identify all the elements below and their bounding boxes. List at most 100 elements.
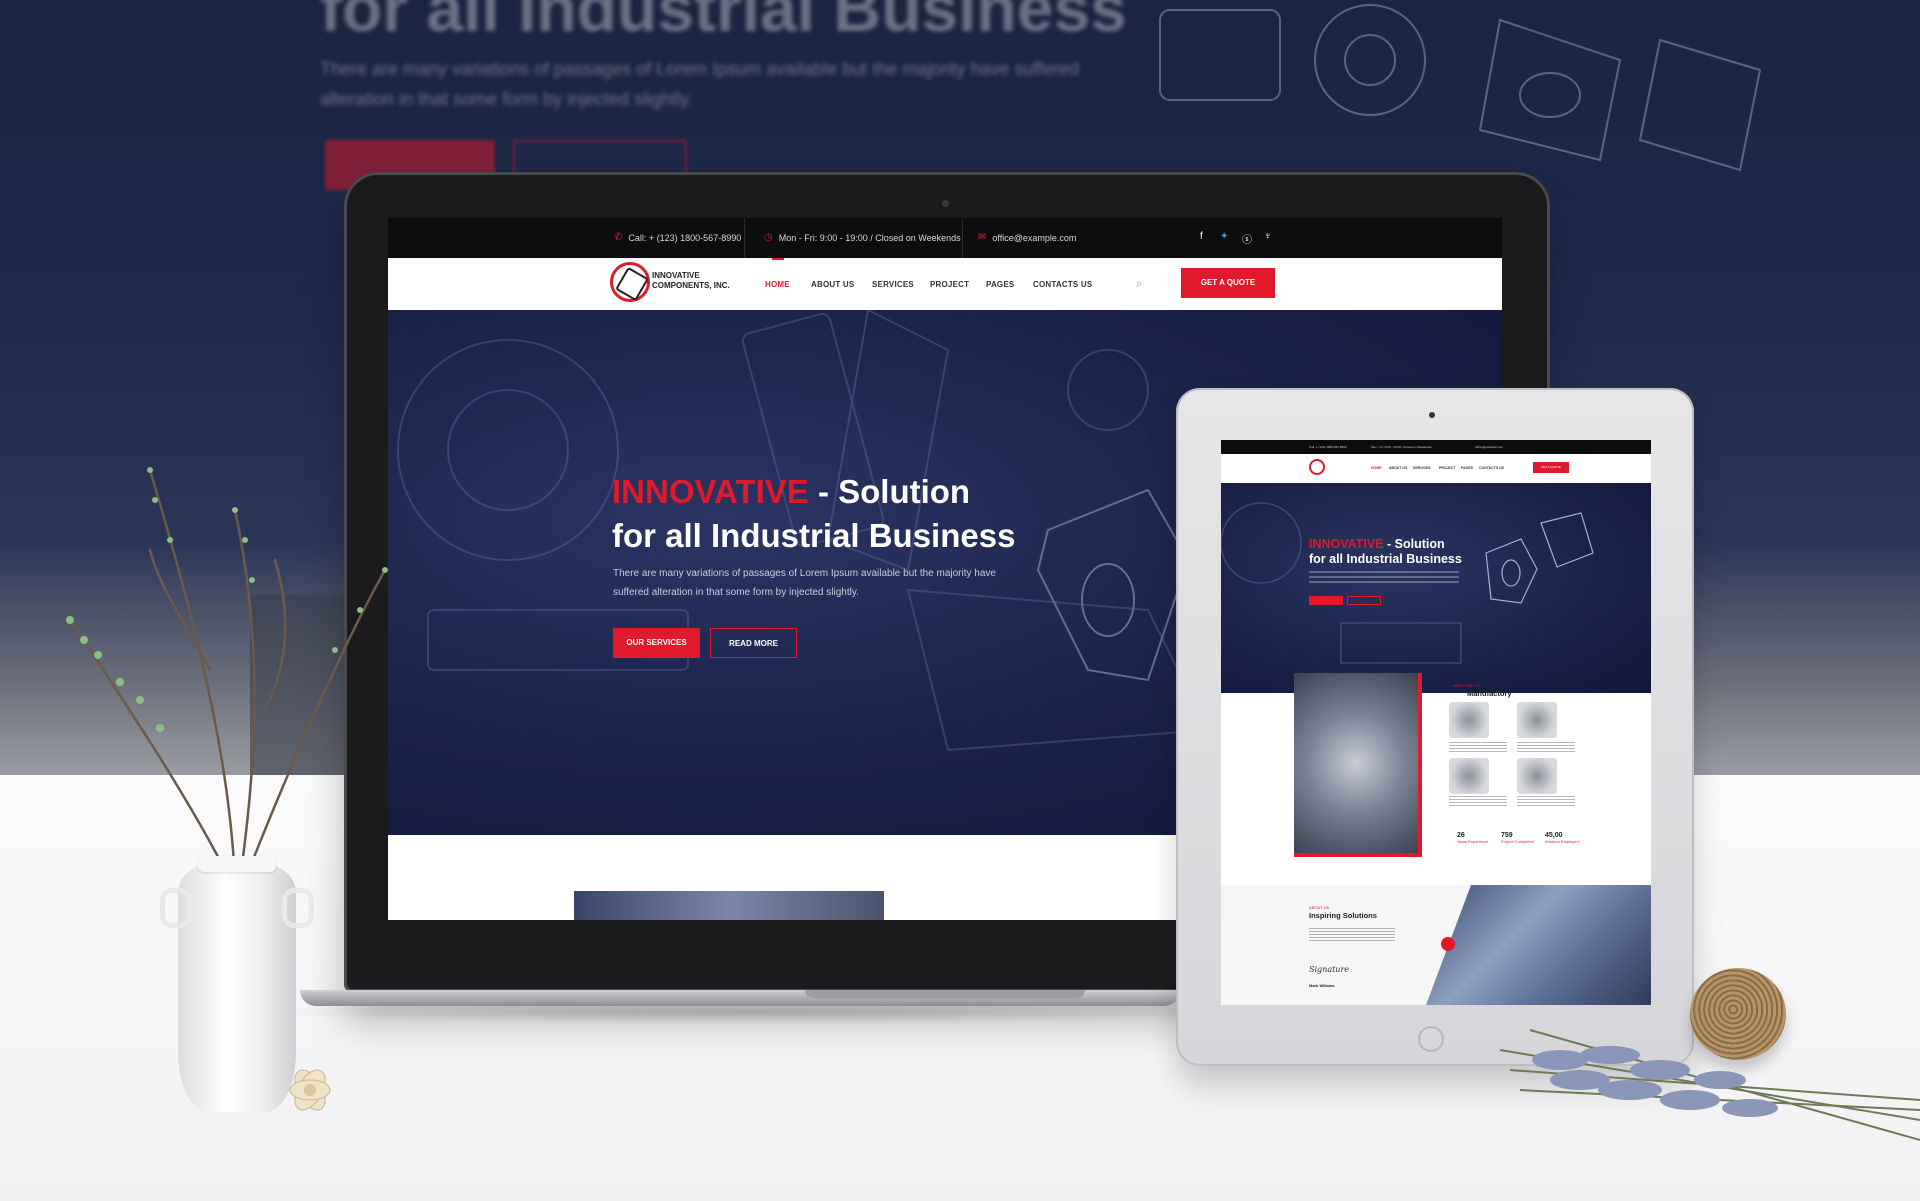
play-icon[interactable] bbox=[1441, 937, 1455, 951]
tablet-read-more-button[interactable] bbox=[1347, 596, 1381, 605]
tool-thumb bbox=[1449, 702, 1489, 738]
dried-flower bbox=[289, 1069, 331, 1111]
nav-about-us[interactable]: ABOUT US bbox=[811, 280, 854, 289]
tablet-services-button[interactable] bbox=[1309, 596, 1343, 605]
tablet-screen: Call: + (123) 1800-567-8990 Mon - Fri: 9… bbox=[1221, 440, 1651, 1005]
tool-thumb bbox=[1517, 758, 1557, 794]
skype-icon[interactable]: ⓢ bbox=[1242, 231, 1252, 246]
tablet-quote-button[interactable]: GET A QUOTE bbox=[1533, 462, 1569, 473]
twitter-icon[interactable]: ✦ bbox=[1220, 231, 1228, 242]
tablet-hero-rest: - Solution bbox=[1383, 537, 1445, 551]
nav-pages[interactable]: PAGES bbox=[986, 280, 1014, 289]
home-button bbox=[1418, 1026, 1444, 1052]
laptop-notch bbox=[805, 990, 1085, 998]
tablet-hours: Mon - Fri: 9:00 - 19:00 / Closed on Week… bbox=[1371, 445, 1432, 449]
hours-text: Mon - Fri: 9:00 - 19:00 / Closed on Week… bbox=[778, 232, 961, 243]
tablet-inspiring-title: Inspiring Solutions bbox=[1309, 911, 1377, 920]
mail-icon: ✉ bbox=[978, 232, 987, 243]
tablet-nav-about[interactable]: ABOUT US bbox=[1389, 466, 1407, 470]
divider bbox=[744, 218, 745, 258]
nav-services[interactable]: SERVICES bbox=[872, 280, 914, 289]
tablet-nav-pages[interactable]: PAGES bbox=[1461, 466, 1473, 470]
tablet-ceo-name: Mark Willams bbox=[1309, 983, 1335, 988]
phone-icon: ✆ bbox=[614, 232, 623, 243]
get-quote-button[interactable]: GET A QUOTE bbox=[1181, 268, 1275, 298]
tablet-nav-home[interactable]: HOME bbox=[1371, 466, 1382, 470]
tablet-gears-image bbox=[1294, 673, 1422, 857]
text-lines bbox=[1517, 796, 1575, 806]
nav-project[interactable]: PROJECT bbox=[930, 280, 969, 289]
hero-title-line2: for all Industrial Business bbox=[612, 517, 1016, 554]
main-navbar: INNOVATIVE COMPONENTS, INC. HOME ABOUT U… bbox=[388, 258, 1502, 310]
tablet-hero-image bbox=[1221, 502, 1594, 664]
background-hero-desc: There are many variations of passages of… bbox=[320, 59, 1080, 109]
nav-home[interactable]: HOME bbox=[765, 280, 790, 289]
hero-title-accent: INNOVATIVE bbox=[612, 473, 809, 510]
tablet-manufactory-title: Manufactory bbox=[1467, 689, 1512, 698]
vase-handle bbox=[282, 888, 314, 928]
logo-text[interactable]: INNOVATIVE COMPONENTS, INC. bbox=[652, 271, 762, 291]
stat-projects: 759 Project Completed bbox=[1501, 832, 1534, 844]
tablet-nav-services[interactable]: SERVICES bbox=[1413, 466, 1431, 470]
logo-icon bbox=[1309, 459, 1325, 475]
signature-image: Signature bbox=[1309, 965, 1350, 974]
text-lines bbox=[1449, 742, 1507, 752]
logo-icon[interactable] bbox=[610, 262, 650, 302]
stat-years: 26 Years Experience bbox=[1457, 832, 1488, 844]
tablet-hero-accent: INNOVATIVE bbox=[1309, 537, 1384, 551]
lavender-bundle bbox=[1499, 1029, 1920, 1141]
search-icon[interactable]: ⌕ bbox=[1136, 278, 1142, 291]
background-hero-title: for all Industrial Business bbox=[320, 0, 1127, 45]
stat-label: Workers Employed bbox=[1545, 839, 1579, 844]
tablet-hero-line2: for all Industrial Business bbox=[1309, 552, 1462, 566]
tablet-top-bar: Call: + (123) 1800-567-8990 Mon - Fri: 9… bbox=[1221, 440, 1651, 454]
hours-info: ◷ Mon - Fri: 9:00 - 19:00 / Closed on We… bbox=[764, 232, 961, 243]
logo-line2: COMPONENTS, INC. bbox=[652, 281, 730, 290]
call-info: ✆ Call: + (123) 1800-567-8990 bbox=[614, 232, 741, 243]
top-info-bar: ✆ Call: + (123) 1800-567-8990 ◷ Mon - Fr… bbox=[388, 218, 1502, 258]
email-info: ✉ office@example.com bbox=[978, 232, 1076, 243]
tablet-about-kicker: ABOUT US bbox=[1309, 905, 1330, 910]
text-lines bbox=[1517, 742, 1575, 752]
tablet-call: Call: + (123) 1800-567-8990 bbox=[1309, 445, 1347, 449]
stat-label: Project Completed bbox=[1501, 839, 1534, 844]
logo-line1: INNOVATIVE bbox=[652, 271, 700, 280]
tablet-welcome-kicker: WELCOME TO bbox=[1453, 683, 1481, 688]
tablet-about-text bbox=[1309, 928, 1395, 942]
hero-description: There are many variations of passages of… bbox=[613, 568, 996, 598]
stat-value: 759 bbox=[1501, 832, 1513, 839]
tablet-nav-project[interactable]: PROJECT bbox=[1439, 466, 1456, 470]
nav-contacts-us[interactable]: CONTACTS US bbox=[1033, 280, 1092, 289]
vine-icon[interactable]: ♆ bbox=[1264, 231, 1272, 242]
divider bbox=[962, 218, 963, 258]
text-lines bbox=[1449, 796, 1507, 806]
laptop-base bbox=[300, 990, 1180, 1006]
tablet-nav-contacts[interactable]: CONTACTS US bbox=[1479, 466, 1504, 470]
camera-dot bbox=[1429, 412, 1435, 418]
tablet-hero-description bbox=[1309, 571, 1459, 583]
vase-handle bbox=[160, 888, 192, 928]
camera-dot bbox=[942, 200, 949, 207]
tool-thumb bbox=[1449, 758, 1489, 794]
read-more-button[interactable]: READ MORE bbox=[710, 628, 797, 658]
plant-branches bbox=[66, 467, 388, 880]
hero-title: INNOVATIVE - Solution for all Industrial… bbox=[612, 470, 1132, 558]
gears-image bbox=[574, 891, 884, 920]
active-nav-indicator bbox=[772, 258, 784, 260]
stat-value: 26 bbox=[1457, 832, 1465, 839]
call-text: Call: + (123) 1800-567-8990 bbox=[628, 232, 742, 243]
stat-workers: 45,00 Workers Employed bbox=[1545, 832, 1579, 844]
stat-label: Years Experience bbox=[1457, 839, 1489, 844]
tablet-navbar: HOME ABOUT US SERVICES PROJECT PAGES CON… bbox=[1221, 454, 1651, 483]
stat-value: 45,00 bbox=[1545, 832, 1563, 839]
tablet-hero-title: INNOVATIVE - Solution for all Industrial… bbox=[1309, 537, 1509, 567]
email-text[interactable]: office@example.com bbox=[992, 233, 1076, 243]
vase-neck bbox=[198, 856, 276, 872]
facebook-icon[interactable]: f bbox=[1200, 231, 1203, 242]
our-services-button[interactable]: OUR SERVICES bbox=[613, 628, 700, 658]
tablet-email: office@example.com bbox=[1475, 445, 1504, 449]
tool-thumb bbox=[1517, 702, 1557, 738]
background-hero-text: for all Industrial Business There are ma… bbox=[320, 0, 1127, 114]
clock-icon: ◷ bbox=[764, 232, 773, 243]
tablet-hero: INNOVATIVE - Solution for all Industrial… bbox=[1221, 483, 1651, 693]
